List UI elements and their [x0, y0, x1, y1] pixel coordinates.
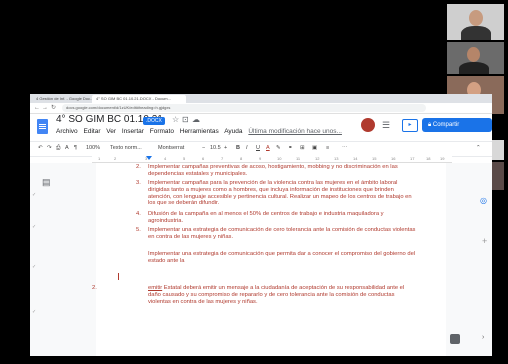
video-tile-2[interactable]	[447, 42, 504, 74]
zoom-select[interactable]: 100%	[86, 145, 100, 151]
sidepanel-icon[interactable]: ◎	[480, 196, 487, 205]
share-button[interactable]: 🔒︎ Compartir	[422, 118, 492, 132]
underlined-word: emitir	[148, 285, 163, 291]
italic-button[interactable]: I	[246, 145, 248, 151]
bold-button[interactable]: B	[236, 145, 240, 151]
list-number: 2.	[92, 285, 97, 291]
list-item-text: Estatal deberá emitir un mensaje a la ci…	[148, 285, 405, 305]
menu-ayuda[interactable]: Ayuda	[224, 128, 242, 135]
image-icon[interactable]: ▣	[312, 145, 317, 151]
menu-herramientas[interactable]: Herramientas	[180, 128, 219, 135]
ruler-tick: 19	[440, 156, 445, 161]
chevron-right-icon[interactable]: ›	[482, 334, 484, 341]
more-icon[interactable]: ⋯	[342, 145, 348, 151]
move-folder-icon[interactable]: ⊡	[182, 115, 189, 124]
tab-bar: 4 Gestión de Inf. - Google Doc... 4° SO …	[30, 94, 492, 103]
ruler-tick: 10	[277, 156, 282, 161]
text-color-button[interactable]: A	[266, 145, 270, 151]
margin-mark: ✓	[32, 192, 37, 198]
ruler-tick: 6	[202, 156, 205, 161]
add-icon[interactable]: +	[482, 236, 487, 246]
list-number: 2.	[136, 164, 141, 170]
margin-mark: ✓	[32, 264, 37, 270]
star-icon[interactable]: ☆	[172, 115, 179, 124]
font-size-input[interactable]: 10.5	[210, 145, 221, 151]
list-number: 3.	[136, 180, 141, 186]
participant-torso	[459, 62, 489, 74]
participant-face	[467, 47, 480, 62]
menu-bar: Archivo Editar Ver Insertar Formato Herr…	[56, 128, 346, 135]
outline-icon[interactable]: ▤	[42, 177, 51, 188]
forward-icon[interactable]: →	[42, 103, 48, 113]
align-icon[interactable]: ≡	[326, 145, 329, 151]
comment-icon[interactable]: ⊞	[300, 145, 305, 151]
ruler-tick: 18	[426, 156, 431, 161]
browser-window: 4 Gestión de Inf. - Google Doc... 4° SO …	[30, 94, 492, 356]
list-item[interactable]: Implementar campañas preventivas de acos…	[148, 164, 418, 178]
list-number: 5.	[136, 227, 141, 233]
list-number: 4.	[136, 211, 141, 217]
ruler-tick: 9	[259, 156, 262, 161]
collapse-icon[interactable]: ⌃	[476, 145, 481, 151]
avatar[interactable]	[361, 118, 375, 132]
ruler-tick: 2	[114, 156, 117, 161]
font-select[interactable]: Montserrat	[158, 145, 184, 151]
link-icon[interactable]: ⚭	[288, 145, 293, 151]
print-icon[interactable]: ⎙	[56, 145, 60, 152]
formatting-toolbar: ↶ ↷ ⎙ A ¶ 100% Texto norm... Montserrat …	[30, 141, 492, 157]
participant-face	[469, 10, 483, 26]
ruler-tick: 16	[391, 156, 396, 161]
highlight-icon[interactable]: ✎	[276, 145, 281, 151]
explore-button[interactable]	[450, 334, 460, 344]
address-input[interactable]: docs.google.com/document/d/1zUK/edit#hea…	[62, 104, 426, 112]
ruler-tick: 14	[353, 156, 358, 161]
ruler-tick: 7	[221, 156, 224, 161]
list-item[interactable]: Difusión de la campaña en al menos el 50…	[148, 211, 418, 225]
url-bar: ← → ↻ docs.google.com/document/d/1zUK/ed…	[30, 103, 492, 114]
participant-torso	[461, 26, 491, 40]
redo-icon[interactable]: ↷	[47, 145, 52, 151]
ruler-tick: 1	[98, 156, 101, 161]
paragraph[interactable]: Implementar una estrategia de comunicaci…	[148, 251, 418, 265]
indent-marker[interactable]	[146, 156, 152, 160]
docs-logo-icon[interactable]	[37, 119, 48, 134]
menu-ver[interactable]: Ver	[106, 128, 116, 135]
ruler-tick: 13	[334, 156, 339, 161]
list-item[interactable]: Implementar una estrategia de comunicaci…	[148, 227, 418, 241]
last-edit-link[interactable]: Última modificación hace unos...	[248, 128, 342, 135]
spellcheck-icon[interactable]: A	[65, 145, 69, 151]
browser-tab-2[interactable]: 4° SO GIM BC 01.10.21.DOCX - Docum...	[92, 95, 186, 103]
ruler-tick: 11	[296, 156, 301, 161]
docx-badge: .DOCX	[143, 117, 165, 125]
video-tile-1[interactable]	[447, 4, 504, 40]
ruler-tick: 17	[410, 156, 415, 161]
menu-formato[interactable]: Formato	[150, 128, 174, 135]
ruler-tick: 8	[240, 156, 243, 161]
list-item[interactable]: Implementar campañas para la prevención …	[148, 180, 418, 207]
ruler-tick: 4	[164, 156, 167, 161]
comment-history-icon[interactable]: ☰	[382, 120, 390, 131]
style-select[interactable]: Texto norm...	[110, 145, 142, 151]
margin-mark: ✓	[32, 309, 37, 315]
menu-editar[interactable]: Editar	[84, 128, 101, 135]
text-cursor	[118, 273, 119, 280]
present-button[interactable]: ▸	[402, 119, 418, 132]
browser-tab-1[interactable]: 4 Gestión de Inf. - Google Doc...	[32, 95, 98, 103]
margin-mark: ✓	[32, 224, 37, 230]
list-item[interactable]: emitir Estatal deberá emitir un mensaje …	[148, 285, 418, 305]
undo-icon[interactable]: ↶	[38, 145, 43, 151]
back-icon[interactable]: ←	[34, 103, 40, 113]
increase-size-icon[interactable]: +	[224, 145, 227, 151]
ruler-tick: 15	[372, 156, 377, 161]
menu-archivo[interactable]: Archivo	[56, 128, 78, 135]
ruler-tick: 12	[315, 156, 320, 161]
paint-format-icon[interactable]: ¶	[74, 145, 77, 151]
underline-button[interactable]: U	[256, 145, 260, 151]
ruler-tick: 5	[183, 156, 186, 161]
share-label: Compartir	[432, 122, 460, 128]
cloud-status-icon: ☁	[192, 115, 200, 124]
reload-icon[interactable]: ↻	[51, 103, 56, 113]
decrease-size-icon[interactable]: −	[202, 145, 205, 151]
menu-insertar[interactable]: Insertar	[122, 128, 144, 135]
